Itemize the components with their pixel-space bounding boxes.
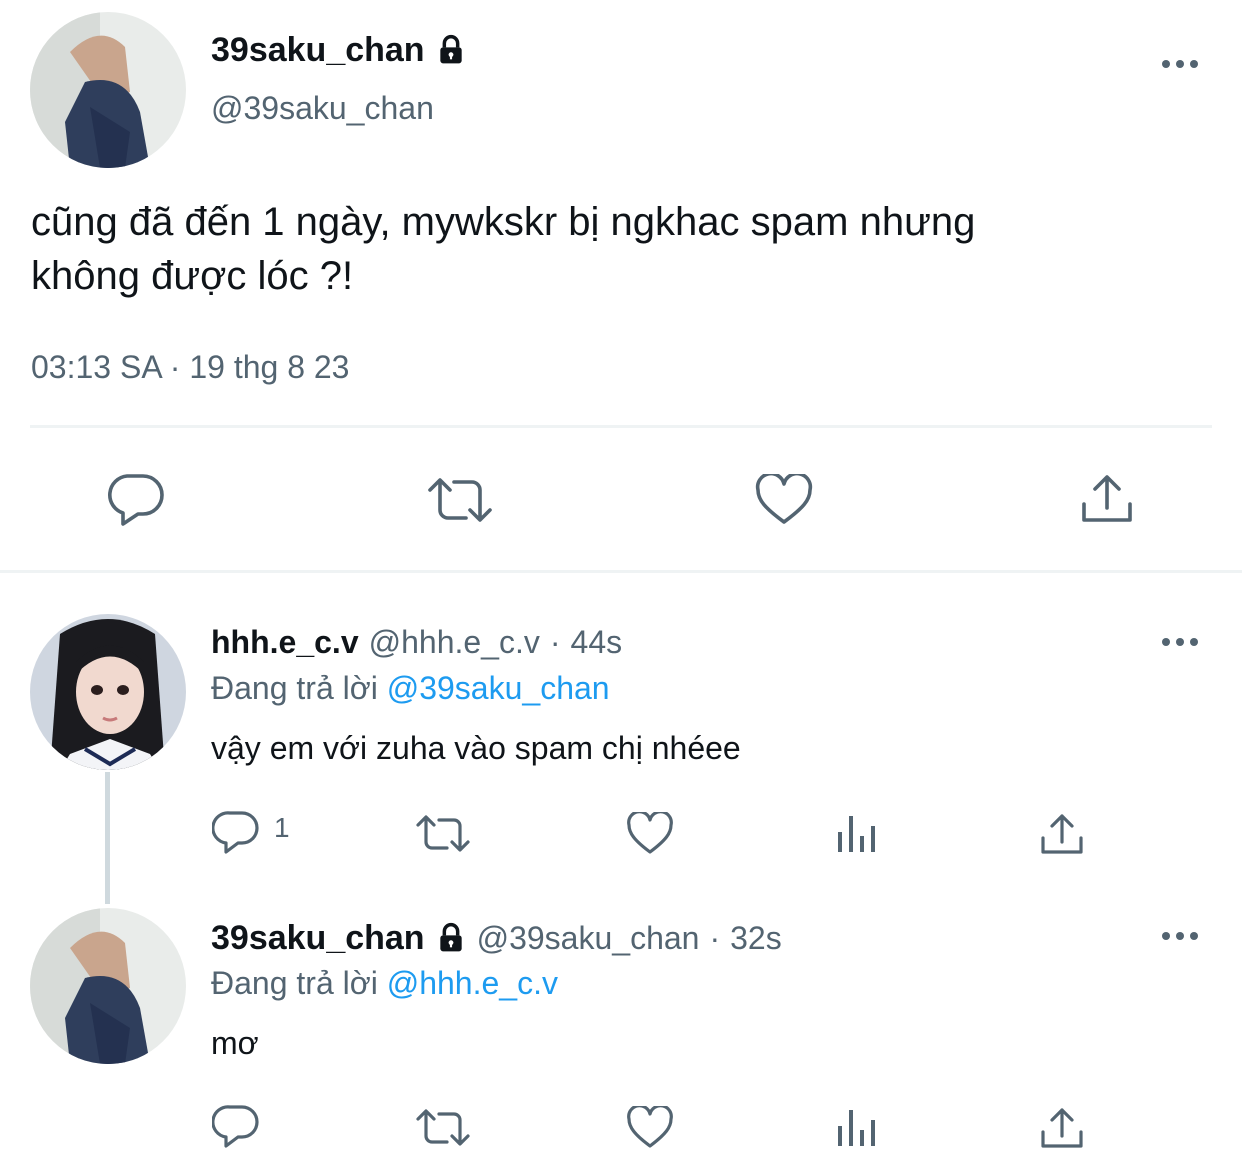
reply-2-separator: · bbox=[709, 919, 721, 956]
divider bbox=[30, 425, 1212, 428]
reply-1-retweet-button[interactable] bbox=[415, 814, 471, 854]
reply-count: 1 bbox=[274, 812, 290, 843]
retweet-button[interactable] bbox=[426, 476, 494, 524]
tweet-text: cũng đã đến 1 ngày, mywkskr bị ngkhac sp… bbox=[31, 195, 975, 303]
tweet-timestamp[interactable]: 03:13 SA · 19 thg 8 23 bbox=[31, 349, 349, 386]
reply-1-share-button[interactable] bbox=[1040, 812, 1084, 856]
share-button[interactable] bbox=[1080, 472, 1134, 526]
replying-to-label: Đang trả lời bbox=[211, 965, 378, 1001]
reply-2-text: mơ bbox=[211, 1025, 259, 1061]
tweet-date: 19 thg 8 23 bbox=[189, 349, 350, 385]
more-options-button[interactable] bbox=[1160, 54, 1200, 79]
reply-2-avatar[interactable] bbox=[30, 908, 186, 1064]
reply-2-author-handle[interactable]: @39saku_chan bbox=[477, 920, 700, 957]
section-divider bbox=[0, 570, 1242, 573]
reply-1-separator: · bbox=[549, 623, 561, 660]
reply-1-text: vậy em với zuha vào spam chị nhéee bbox=[211, 730, 741, 766]
reply-1-like-button[interactable] bbox=[626, 812, 674, 856]
tweet-text-line-2: không được lóc ?! bbox=[31, 254, 354, 298]
reply-2-retweet-button[interactable] bbox=[415, 1108, 471, 1148]
reply-1-author-name[interactable]: hhh.e_c.v bbox=[211, 624, 359, 661]
replying-to-mention[interactable]: @hhh.e_c.v bbox=[387, 965, 558, 1001]
lock-icon bbox=[435, 34, 467, 66]
reply-2-replying-to: Đang trả lời @hhh.e_c.v bbox=[211, 965, 558, 1002]
author-handle[interactable]: @39saku_chan bbox=[211, 90, 434, 127]
reply-1-time[interactable]: 44s bbox=[571, 624, 623, 661]
tweet-time: 03:13 SA bbox=[31, 349, 161, 385]
reply-1-author-handle[interactable]: @hhh.e_c.v bbox=[369, 624, 540, 661]
reply-1-views-button[interactable] bbox=[836, 812, 876, 854]
reply-1-more-options-button[interactable] bbox=[1160, 632, 1200, 657]
reply-2-views-button[interactable] bbox=[836, 1106, 876, 1148]
like-button[interactable] bbox=[755, 474, 813, 526]
tweet-text-line-1: cũng đã đến 1 ngày, mywkskr bị ngkhac sp… bbox=[31, 200, 976, 244]
reply-2-like-button[interactable] bbox=[626, 1106, 674, 1150]
reply-2-more-options-button[interactable] bbox=[1160, 926, 1200, 951]
replying-to-label: Đang trả lời bbox=[211, 670, 378, 706]
reply-1-replying-to: Đang trả lời @39saku_chan bbox=[211, 670, 610, 707]
replying-to-mention[interactable]: @39saku_chan bbox=[387, 670, 610, 706]
author-name[interactable]: 39saku_chan bbox=[211, 31, 425, 70]
reply-1-reply-button[interactable]: 1 bbox=[212, 810, 290, 856]
lock-icon bbox=[435, 922, 467, 954]
reply-button[interactable] bbox=[105, 472, 165, 528]
reply-2-share-button[interactable] bbox=[1040, 1106, 1084, 1150]
timestamp-separator: · bbox=[169, 349, 181, 385]
reply-2-reply-button[interactable] bbox=[212, 1104, 260, 1150]
thread-connector-line bbox=[105, 772, 110, 904]
author-avatar[interactable] bbox=[30, 12, 186, 168]
reply-2-time[interactable]: 32s bbox=[730, 920, 782, 957]
reply-2-author-name[interactable]: 39saku_chan bbox=[211, 919, 425, 958]
reply-1-avatar[interactable] bbox=[30, 614, 186, 770]
reply-icon bbox=[212, 810, 260, 856]
